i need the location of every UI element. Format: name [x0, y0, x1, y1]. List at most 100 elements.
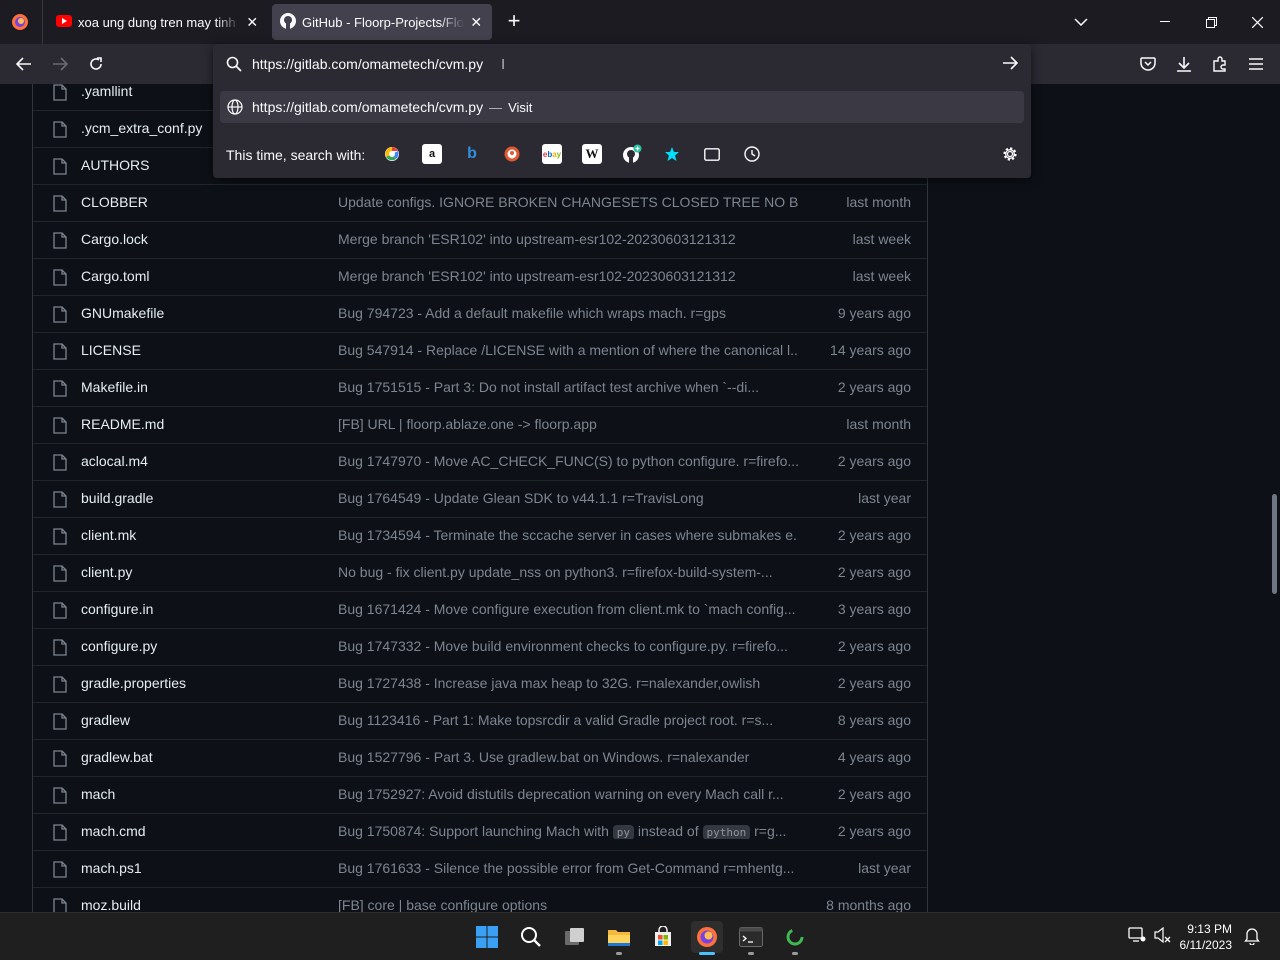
commit-message-link[interactable]: Merge branch 'ESR102' into upstream-esr1…: [338, 268, 798, 284]
pocket-icon[interactable]: [1136, 52, 1160, 76]
file-row[interactable]: Cargo.toml Merge branch 'ESR102' into ups…: [33, 259, 927, 296]
commit-message-link[interactable]: Bug 1751515 - Part 3: Do not install art…: [338, 379, 798, 395]
reload-icon[interactable]: [84, 52, 108, 76]
file-row[interactable]: aclocal.m4 Bug 1747970 - Move AC_CHECK_FU…: [33, 444, 927, 481]
file-row[interactable]: gradlew Bug 1123416 - Part 1: Make topsrc…: [33, 703, 927, 740]
file-name-link[interactable]: build.gradle: [81, 490, 153, 506]
file-row[interactable]: configure.py Bug 1747332 - Move build env…: [33, 629, 927, 666]
file-name-link[interactable]: AUTHORS: [81, 157, 149, 173]
list-all-tabs-icon[interactable]: [1058, 0, 1104, 44]
file-name-link[interactable]: client.py: [81, 564, 132, 580]
file-explorer-icon[interactable]: [603, 921, 635, 955]
file-row[interactable]: configure.in Bug 1671424 - Move configure…: [33, 592, 927, 629]
file-row[interactable]: mach.ps1 Bug 1761633 - Silence the possib…: [33, 851, 927, 888]
network-icon[interactable]: [1128, 927, 1146, 948]
task-view-icon[interactable]: [559, 921, 591, 953]
file-row[interactable]: Makefile.in Bug 1751515 - Part 3: Do not …: [33, 370, 927, 407]
commit-message-link[interactable]: Bug 1761633 - Silence the possible error…: [338, 860, 798, 876]
terminal-icon[interactable]: [735, 921, 767, 955]
commit-message-link[interactable]: Bug 794723 - Add a default makefile whic…: [338, 305, 798, 321]
file-name-link[interactable]: CLOBBER: [81, 194, 148, 210]
volume-muted-icon[interactable]: [1154, 926, 1172, 948]
file-row[interactable]: moz.build [FB] core | base configure opti…: [33, 888, 927, 912]
commit-message-link[interactable]: Bug 547914 - Replace /LICENSE with a men…: [338, 342, 798, 358]
commit-message-link[interactable]: Bug 1747970 - Move AC_CHECK_FUNC(S) to p…: [338, 453, 798, 469]
file-name-link[interactable]: Cargo.toml: [81, 268, 149, 284]
commit-message-link[interactable]: Bug 1671424 - Move configure execution f…: [338, 601, 798, 617]
file-name-link[interactable]: gradlew: [81, 712, 130, 728]
floorp-menu-icon[interactable]: [6, 8, 34, 36]
notifications-icon[interactable]: [1244, 927, 1260, 950]
app-ring-icon[interactable]: [779, 921, 811, 955]
commit-message-link[interactable]: Bug 1734594 - Terminate the sccache serv…: [338, 527, 798, 543]
commit-message-link[interactable]: Bug 1747332 - Move build environment che…: [338, 638, 798, 654]
file-name-link[interactable]: mach: [81, 786, 115, 802]
taskbar-search-icon[interactable]: [515, 921, 547, 953]
file-row[interactable]: client.py No bug - fix client.py update_n…: [33, 555, 927, 592]
file-name-link[interactable]: aclocal.m4: [81, 453, 148, 469]
file-name-link[interactable]: .yamllint: [81, 84, 132, 99]
app-menu-icon[interactable]: [1244, 52, 1268, 76]
commit-message-link[interactable]: No bug - fix client.py update_nss on pyt…: [338, 564, 798, 580]
commit-message-link[interactable]: Bug 1527796 - Part 3. Use gradlew.bat on…: [338, 749, 798, 765]
file-name-link[interactable]: mach.cmd: [81, 823, 146, 839]
file-name-link[interactable]: moz.build: [81, 897, 141, 912]
tab-youtube[interactable]: xoa ung dung tren may tinh win ✕: [48, 4, 268, 40]
tabs-icon[interactable]: [702, 144, 722, 164]
commit-message-link[interactable]: Update configs. IGNORE BROKEN CHANGESETS…: [338, 194, 798, 210]
close-window-icon[interactable]: [1234, 0, 1280, 44]
tab-github[interactable]: GitHub - Floorp-Projects/Floorp ✕: [272, 4, 492, 40]
file-name-link[interactable]: configure.py: [81, 638, 157, 654]
commit-message-link[interactable]: [FB] core | base configure options: [338, 897, 798, 912]
commit-message-link[interactable]: [FB] URL | floorp.ablaze.one -> floorp.a…: [338, 416, 798, 432]
file-row[interactable]: mach Bug 1752927: Avoid distutils depreca…: [33, 777, 927, 814]
floorp-browser-icon[interactable]: [691, 921, 723, 955]
file-row[interactable]: build.gradle Bug 1764549 - Update Glean S…: [33, 481, 927, 518]
search-settings-gear-icon[interactable]: [1000, 144, 1020, 164]
github-search-icon[interactable]: [622, 144, 642, 164]
start-icon[interactable]: [471, 921, 503, 953]
file-row[interactable]: mach.cmd Bug 1750874: Support launching M…: [33, 814, 927, 851]
file-row[interactable]: LICENSE Bug 547914 - Replace /LICENSE wit…: [33, 333, 927, 370]
file-name-link[interactable]: Cargo.lock: [81, 231, 148, 247]
file-row[interactable]: README.md [FB] URL | floorp.ablaze.one ->…: [33, 407, 927, 444]
url-input[interactable]: https://gitlab.com/omametech/cvm.py I: [213, 44, 1031, 84]
file-name-link[interactable]: gradlew.bat: [81, 749, 153, 765]
extensions-icon[interactable]: [1208, 52, 1232, 76]
forward-icon[interactable]: [48, 52, 72, 76]
downloads-icon[interactable]: [1172, 52, 1196, 76]
wikipedia-icon[interactable]: W: [582, 144, 602, 164]
history-clock-icon[interactable]: [742, 144, 762, 164]
google-icon[interactable]: [382, 144, 402, 164]
file-name-link[interactable]: client.mk: [81, 527, 136, 543]
file-name-link[interactable]: .ycm_extra_conf.py: [81, 120, 202, 136]
commit-message-link[interactable]: Bug 1764549 - Update Glean SDK to v44.1.…: [338, 490, 798, 506]
microsoft-store-icon[interactable]: [647, 921, 679, 953]
page-scrollbar[interactable]: [1272, 494, 1277, 594]
new-tab-button[interactable]: +: [502, 10, 526, 34]
system-clock[interactable]: 9:13 PM 6/11/2023: [1180, 921, 1233, 953]
file-row[interactable]: gradle.properties Bug 1727438 - Increase …: [33, 666, 927, 703]
file-name-link[interactable]: LICENSE: [81, 342, 141, 358]
duckduckgo-icon[interactable]: [502, 144, 522, 164]
file-row[interactable]: CLOBBER Update configs. IGNORE BROKEN CHA…: [33, 185, 927, 222]
file-row[interactable]: client.mk Bug 1734594 - Terminate the scc…: [33, 518, 927, 555]
file-name-link[interactable]: mach.ps1: [81, 860, 142, 876]
file-row[interactable]: Cargo.lock Merge branch 'ESR102' into ups…: [33, 222, 927, 259]
file-row[interactable]: GNUmakefile Bug 794723 - Add a default ma…: [33, 296, 927, 333]
restore-icon[interactable]: [1188, 0, 1234, 44]
file-name-link[interactable]: configure.in: [81, 601, 153, 617]
minimize-icon[interactable]: [1142, 0, 1188, 44]
commit-message-link[interactable]: Bug 1123416 - Part 1: Make topsrcdir a v…: [338, 712, 798, 728]
file-row[interactable]: gradlew.bat Bug 1527796 - Part 3. Use gra…: [33, 740, 927, 777]
commit-message-link[interactable]: Bug 1750874: Support launching Mach with…: [338, 823, 798, 839]
back-icon[interactable]: [12, 52, 36, 76]
bing-icon[interactable]: b: [462, 144, 482, 164]
file-name-link[interactable]: README.md: [81, 416, 164, 432]
file-name-link[interactable]: GNUmakefile: [81, 305, 164, 321]
close-tab-icon[interactable]: ✕: [468, 14, 484, 30]
commit-message-link[interactable]: Bug 1752927: Avoid distutils deprecation…: [338, 786, 798, 802]
bookmarks-star-icon[interactable]: [662, 144, 682, 164]
commit-message-link[interactable]: Bug 1727438 - Increase java max heap to …: [338, 675, 798, 691]
commit-message-link[interactable]: Merge branch 'ESR102' into upstream-esr1…: [338, 231, 798, 247]
